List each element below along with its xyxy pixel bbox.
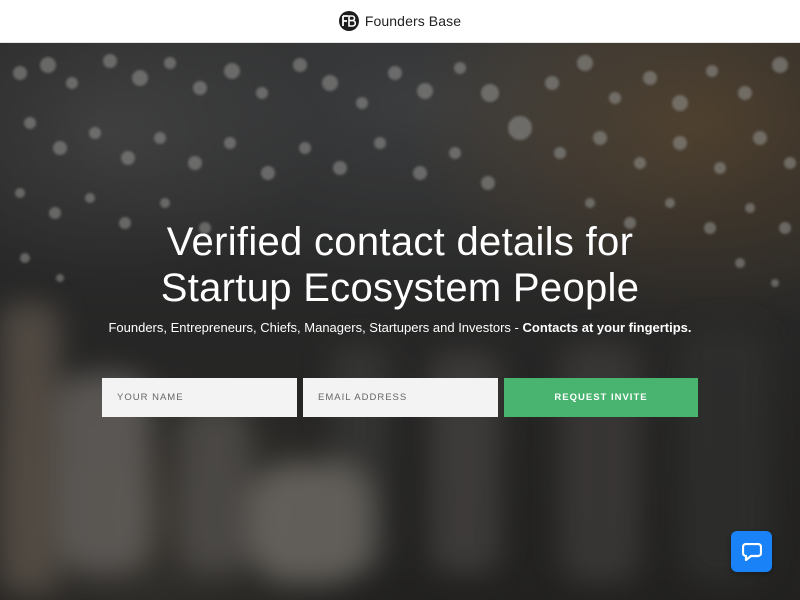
founders-base-logo-icon [338, 11, 359, 31]
site-header: Founders Base [0, 0, 800, 43]
subline-emphasis: Contacts at your fingertips. [522, 320, 692, 335]
invite-form: REQUEST INVITE [102, 378, 698, 417]
name-input[interactable] [102, 378, 297, 417]
headline-line-1: Verified contact details for [166, 220, 634, 264]
email-input[interactable] [303, 378, 498, 417]
hero-subline: Founders, Entrepreneurs, Chiefs, Manager… [0, 320, 800, 335]
chat-bubble-icon [741, 542, 762, 561]
subline-text: Founders, Entrepreneurs, Chiefs, Manager… [108, 320, 523, 335]
brand-name: Founders Base [364, 13, 462, 29]
headline-line-2: Startup Ecosystem People [160, 266, 640, 310]
request-invite-button[interactable]: REQUEST INVITE [504, 378, 698, 417]
brand[interactable]: Founders Base [338, 11, 462, 31]
hero-headline: Verified contact details for Startup Eco… [0, 219, 800, 311]
hero-section: Verified contact details for Startup Eco… [0, 43, 800, 600]
chat-launcher-button[interactable] [731, 531, 772, 572]
